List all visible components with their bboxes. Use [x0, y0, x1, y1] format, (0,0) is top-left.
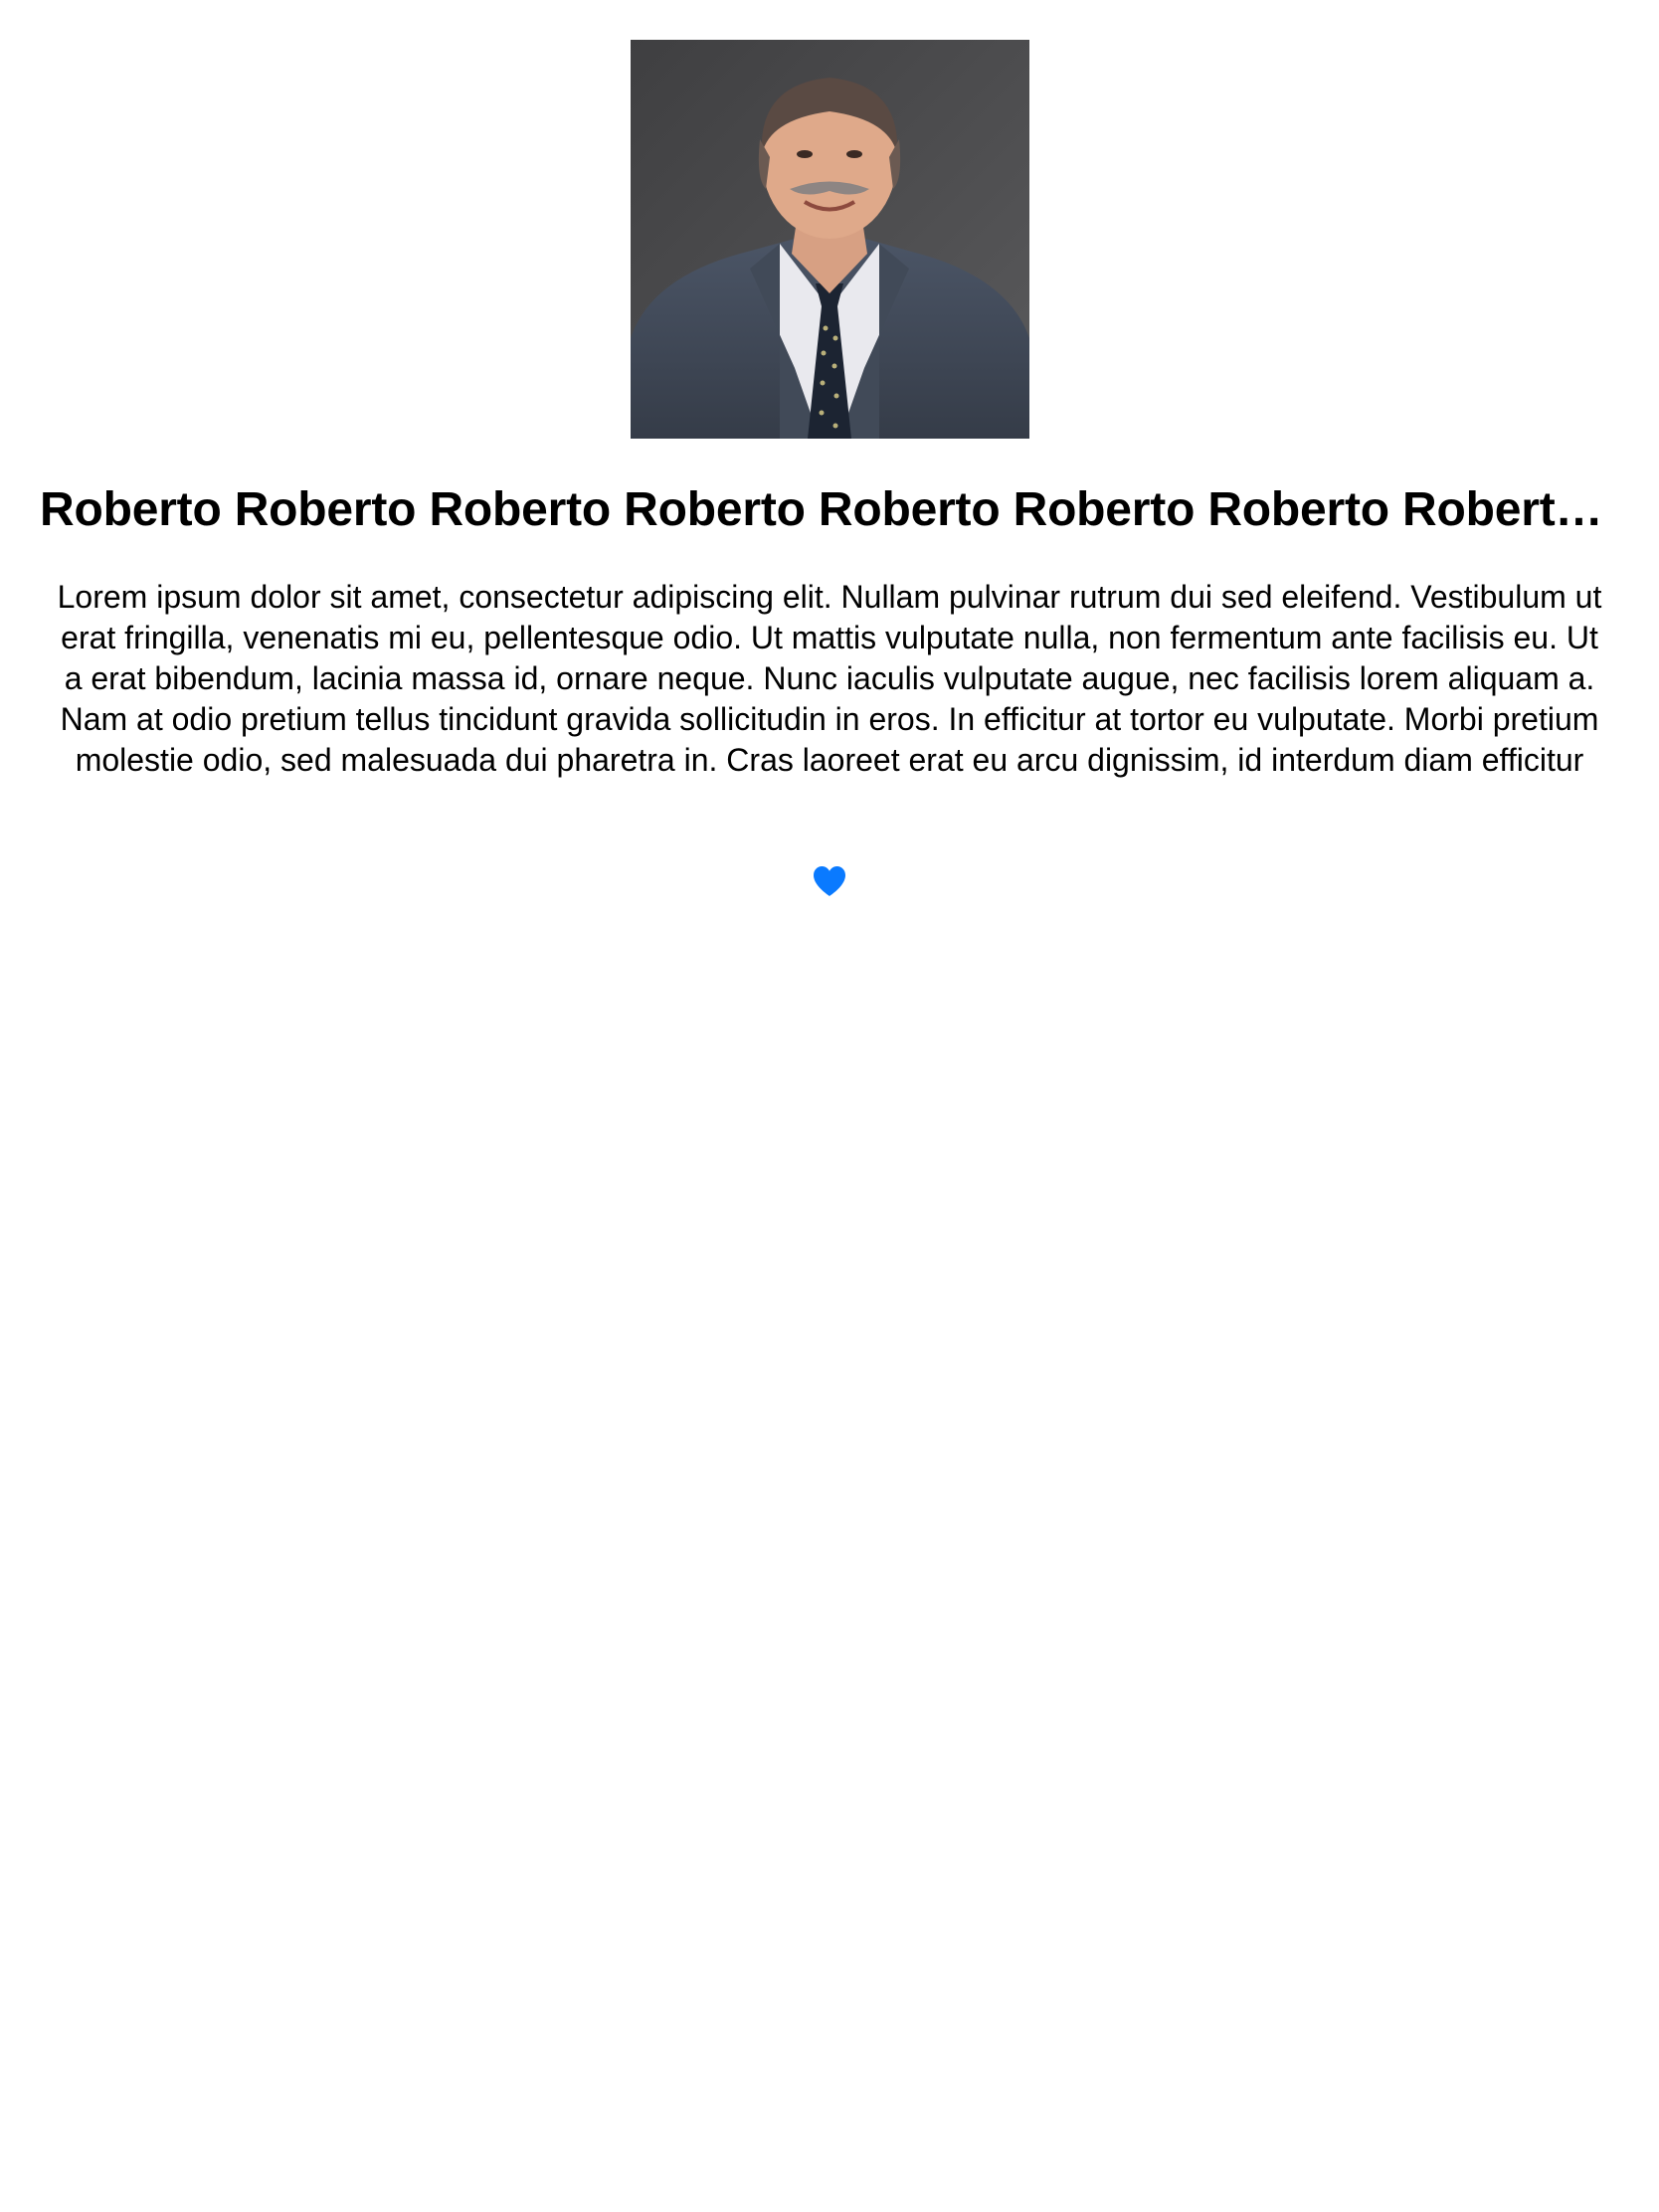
- profile-bio: Lorem ipsum dolor sit amet, consectetur …: [57, 579, 1602, 778]
- profile-photo: [631, 40, 1029, 439]
- profile-name: Roberto Roberto Roberto Roberto Roberto …: [40, 483, 1619, 536]
- favorite-button[interactable]: [810, 861, 849, 901]
- profile-page: Roberto Roberto Roberto Roberto Roberto …: [0, 0, 1659, 2212]
- heart-icon: [810, 861, 849, 901]
